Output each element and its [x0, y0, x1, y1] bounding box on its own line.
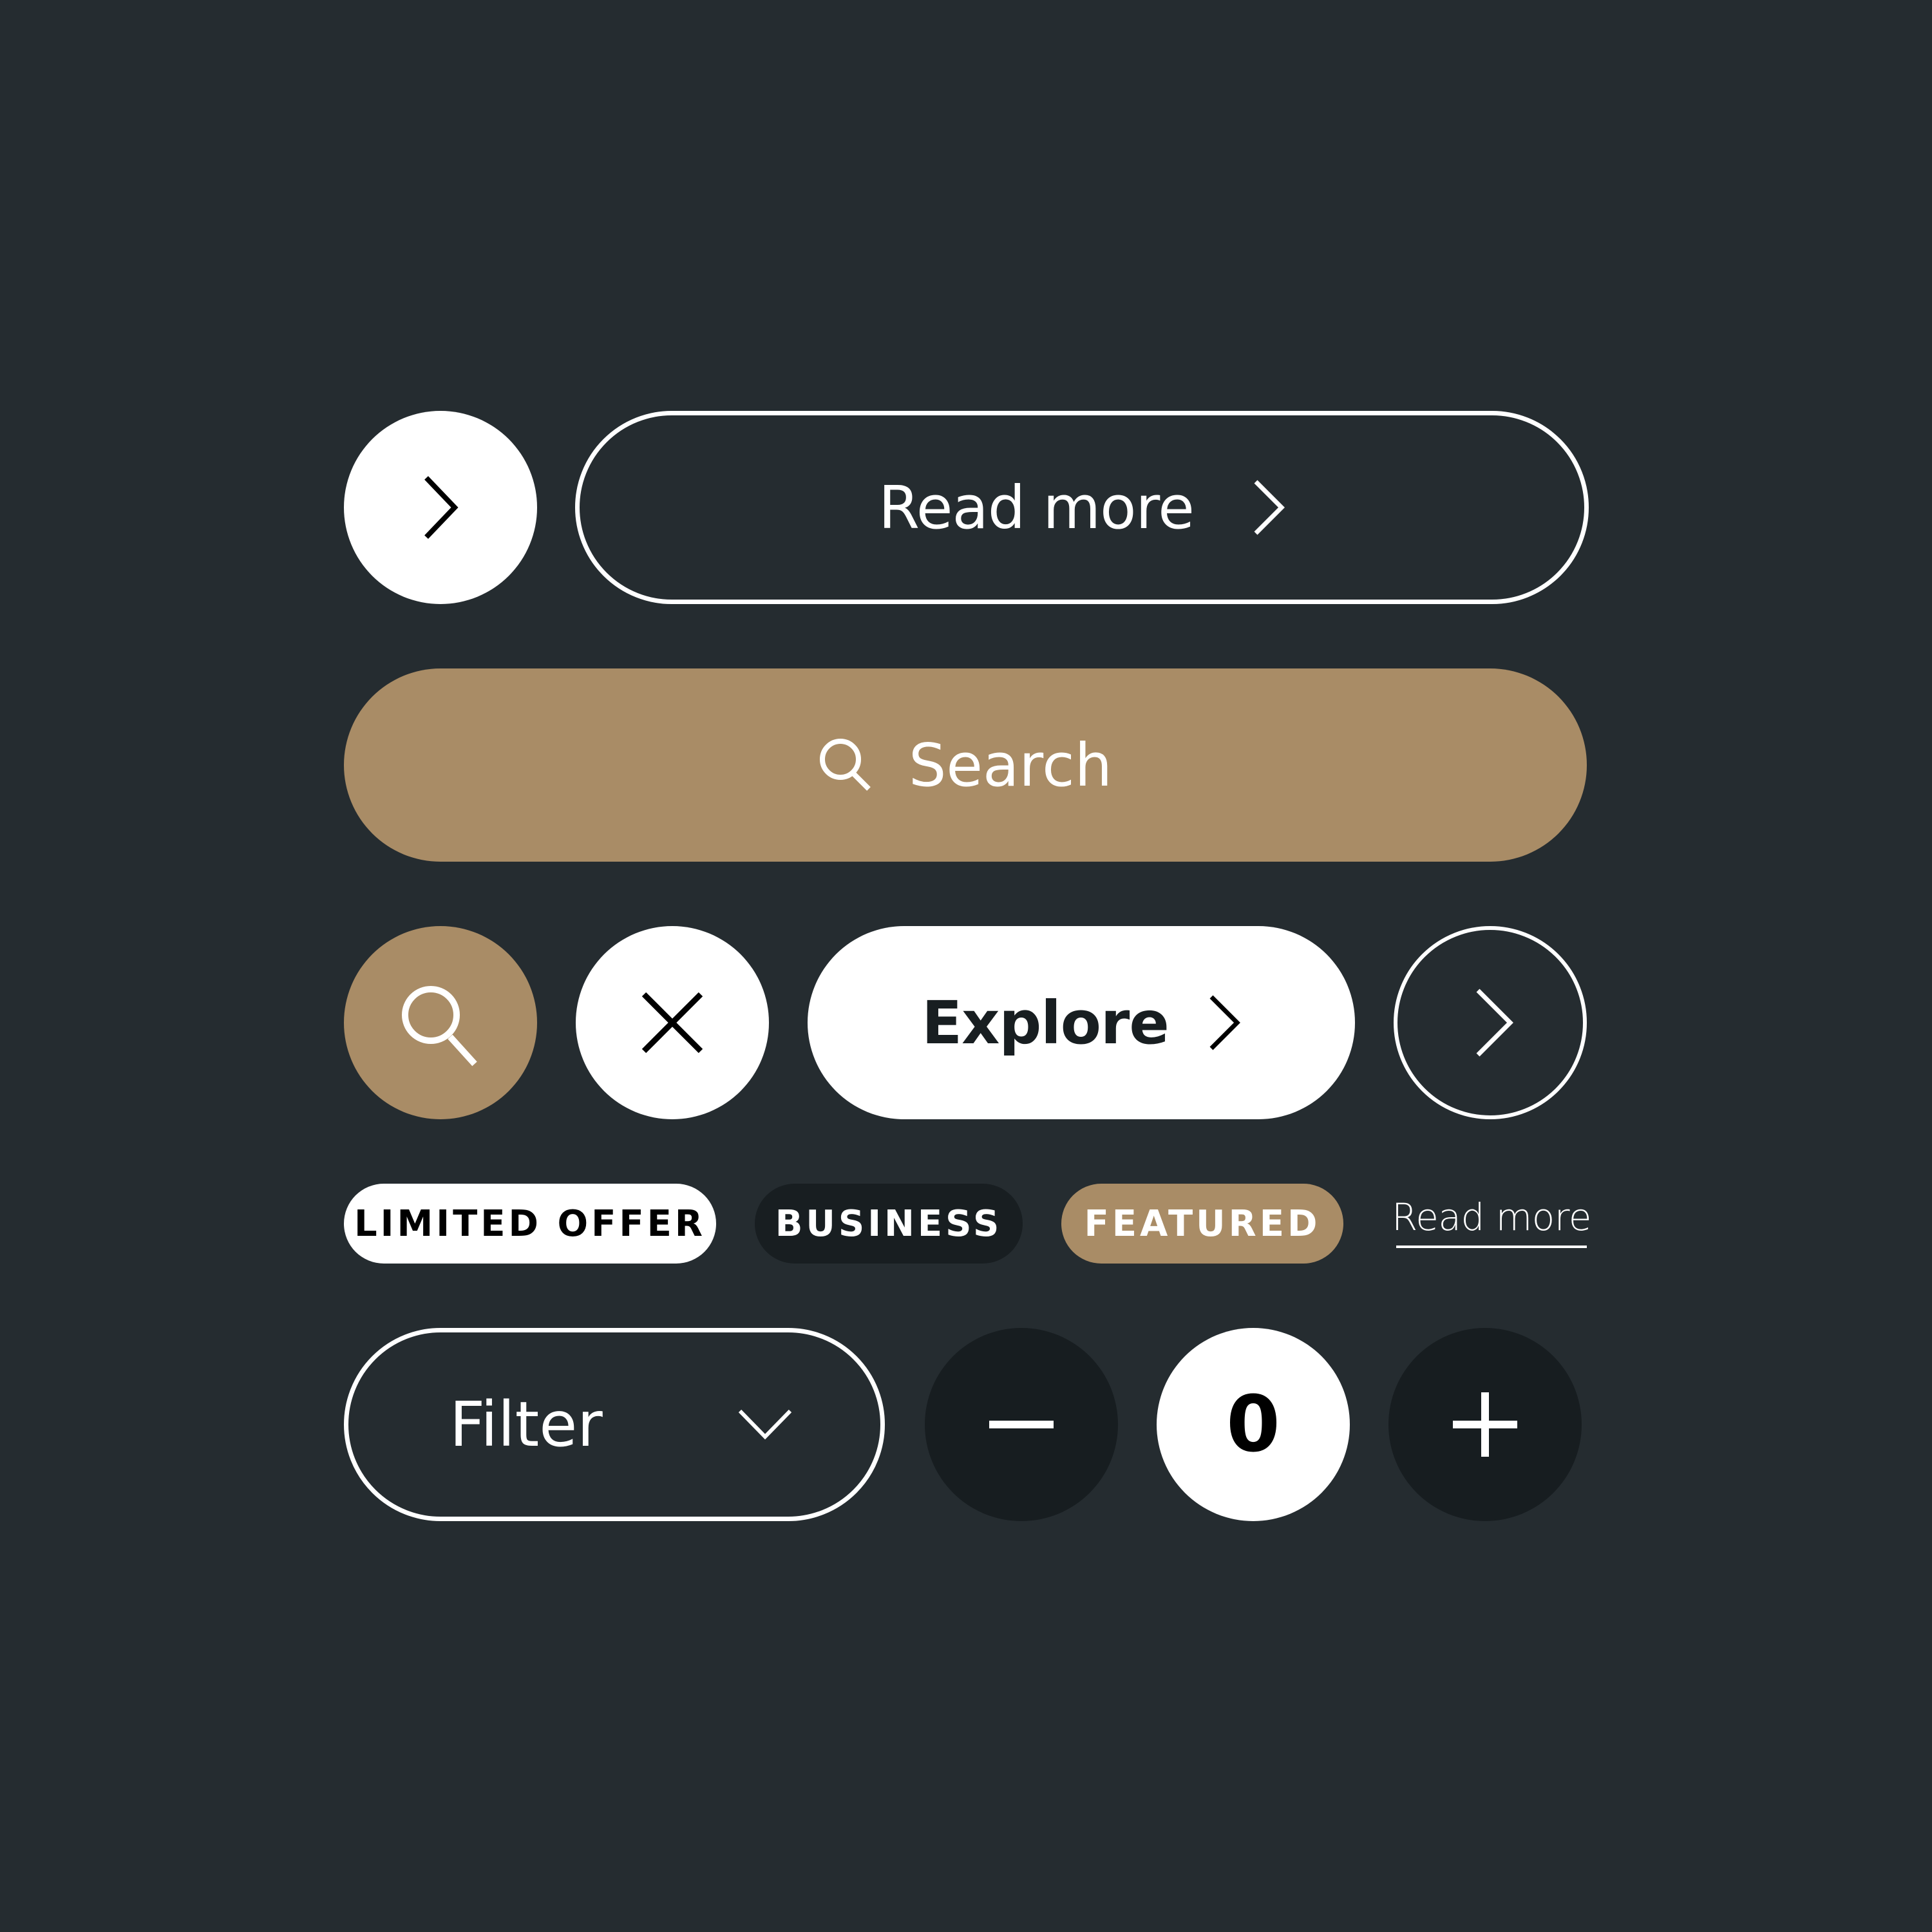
chevron-right-icon: [422, 475, 459, 540]
search-label: Search: [908, 730, 1113, 800]
search-button[interactable]: Search: [344, 668, 1587, 862]
search-icon: [399, 983, 482, 1066]
increment-button[interactable]: [1388, 1328, 1582, 1521]
chevron-right-icon: [1209, 995, 1241, 1050]
explore-button[interactable]: Explore: [808, 926, 1355, 1119]
next-outline-button[interactable]: [1394, 926, 1587, 1119]
tag-label: BUSINESS: [775, 1202, 1003, 1245]
read-more-label: Read more: [878, 473, 1195, 542]
quantity-value[interactable]: 0: [1157, 1328, 1350, 1521]
search-icon-button[interactable]: [344, 926, 537, 1119]
explore-label: Explore: [922, 988, 1170, 1057]
close-icon: [641, 992, 703, 1054]
filter-dropdown[interactable]: Filter: [344, 1328, 885, 1521]
close-button[interactable]: [576, 926, 769, 1119]
chevron-right-icon: [1253, 480, 1285, 535]
chevron-down-icon: [738, 1408, 792, 1441]
read-more-link[interactable]: Read more: [1392, 1197, 1591, 1248]
read-more-button[interactable]: Read more: [575, 411, 1589, 604]
minus-icon: [989, 1421, 1054, 1428]
next-button[interactable]: [344, 411, 537, 604]
tag-featured: FEATURED: [1061, 1184, 1343, 1264]
tag-business: BUSINESS: [755, 1184, 1023, 1264]
tag-label: FEATURED: [1084, 1202, 1321, 1245]
plus-icon: [1453, 1392, 1517, 1457]
chevron-right-icon: [1475, 989, 1514, 1057]
search-icon: [819, 737, 873, 793]
decrement-button[interactable]: [925, 1328, 1118, 1521]
tag-limited-offer: LIMITED OFFER: [344, 1184, 716, 1264]
tag-label: LIMITED OFFER: [354, 1202, 706, 1245]
filter-label: Filter: [450, 1388, 603, 1461]
